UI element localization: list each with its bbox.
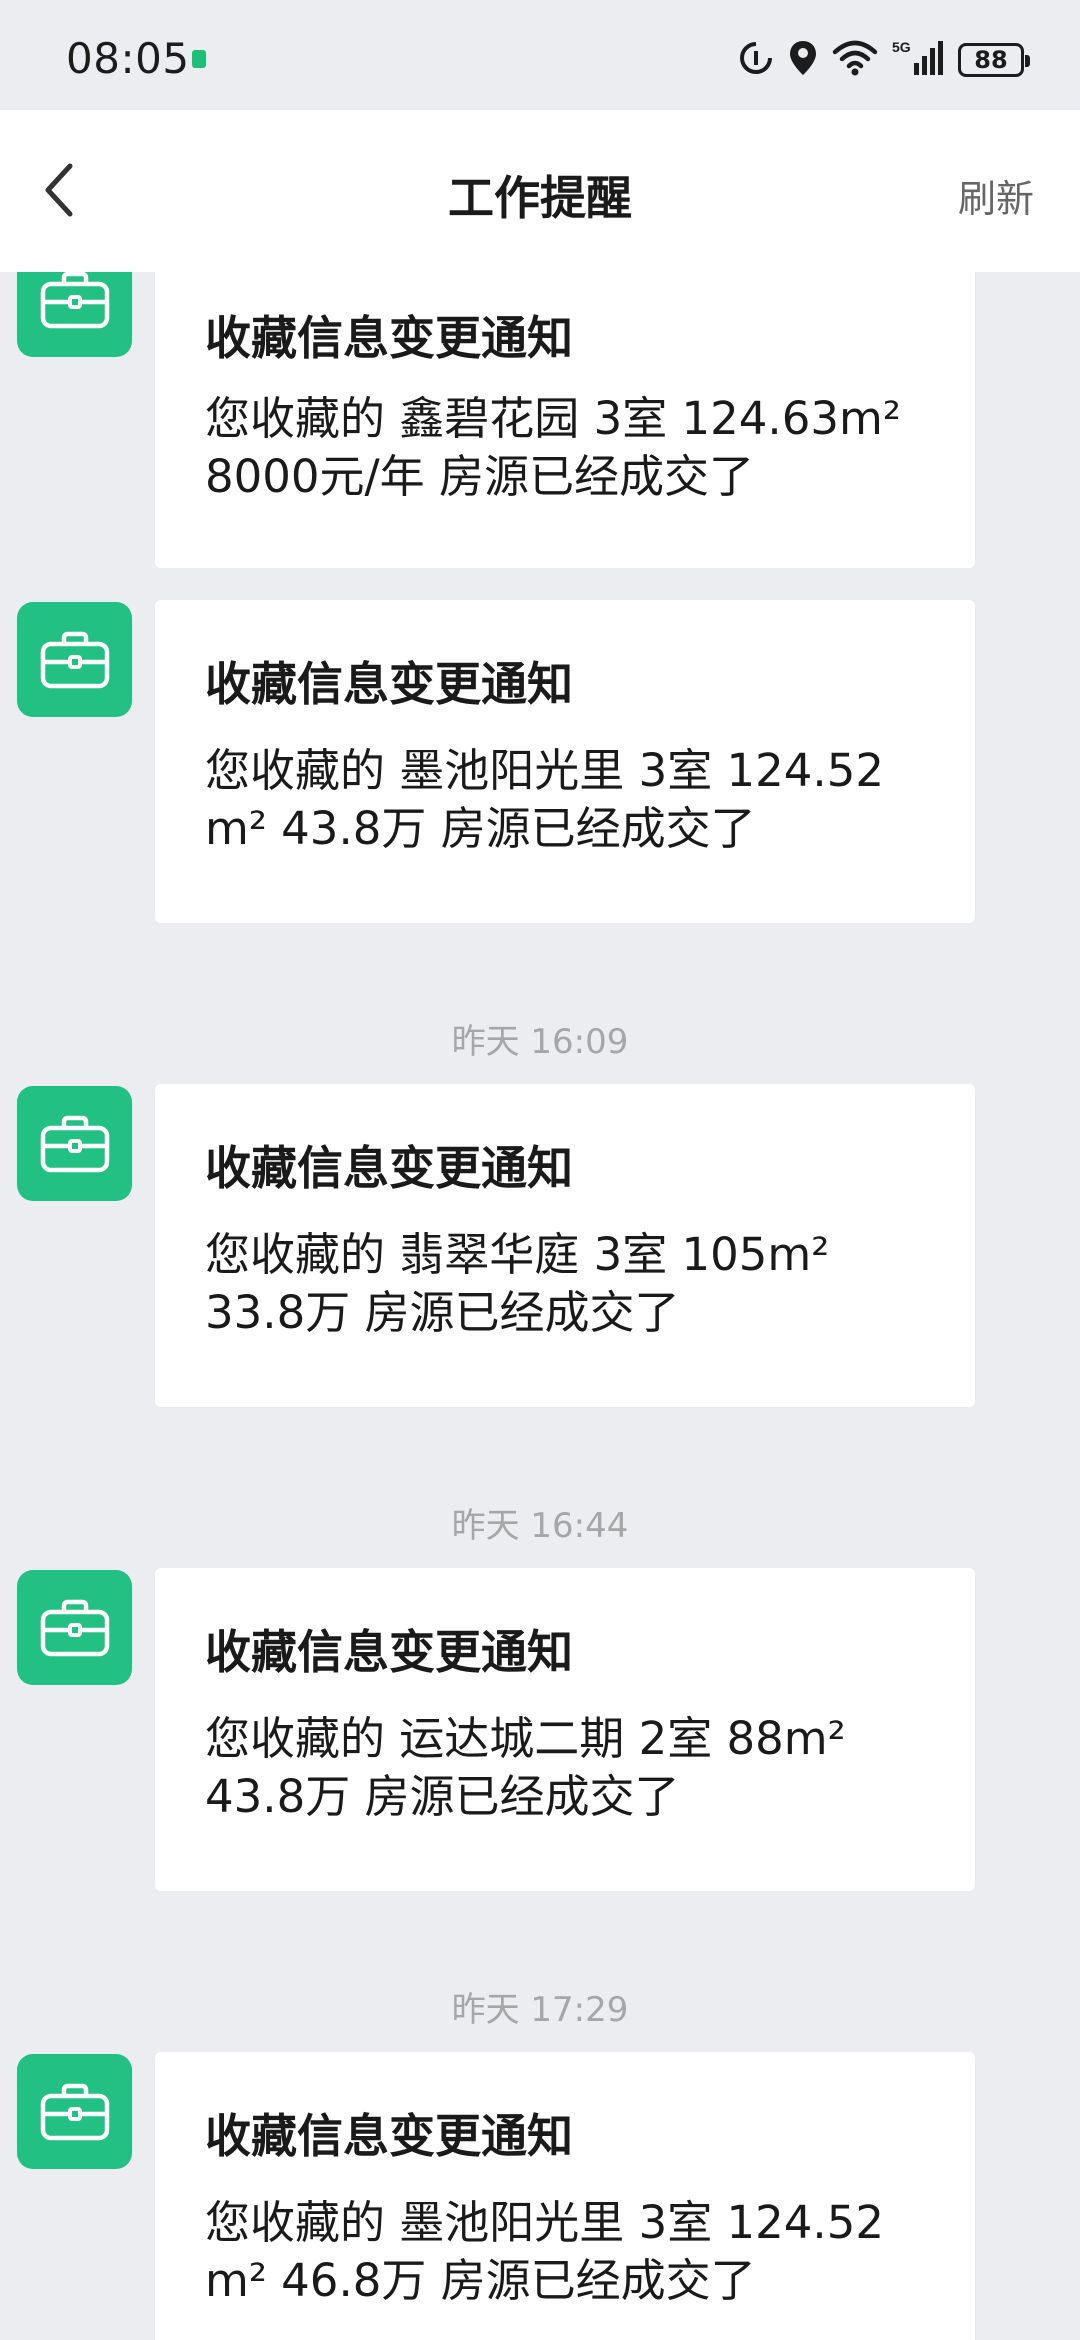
message-body: 您收藏的 翡翠华庭 3室 105m² 33.8万 房源已经成交了 [205,1226,925,1342]
notification-icon [192,50,206,68]
battery-icon: 88 [958,43,1030,77]
message-body-line: 您收藏的 墨池阳光里 3室 124.52 [205,2196,884,2249]
message-timestamp: 昨天 17:29 [451,1990,629,2030]
app-header: 工作提醒 刷新 [0,110,1080,272]
message-body-line: 您收藏的 墨池阳光里 3室 124.52 [205,744,884,797]
message-title: 收藏信息变更通知 [205,657,573,711]
message-avatar [17,602,132,717]
message-body: 您收藏的 墨池阳光里 3室 124.52 m² 43.8万 房源已经成交了 [205,742,925,858]
refresh-button[interactable]: 刷新 [958,168,1034,223]
message-avatar [17,272,132,357]
message-title: 收藏信息变更通知 [205,1625,573,1679]
cellular-signal-icon: 5G [892,39,944,81]
message-body: 您收藏的 运达城二期 2室 88m² 43.8万 房源已经成交了 [205,1710,925,1826]
network-type-label: 5G [892,39,911,55]
message-body-line: 您收藏的 翡翠华庭 3室 105m² [205,1228,830,1281]
message-body-line: m² 46.8万 房源已经成交了 [205,2254,756,2307]
message-card[interactable]: 收藏信息变更通知 您收藏的 鑫碧花园 3室 124.63m² 8000元/年 房… [155,272,975,568]
message-body: 您收藏的 墨池阳光里 3室 124.52 m² 46.8万 房源已经成交了 [205,2194,925,2310]
status-icons: 5G 88 [738,39,1030,81]
message-timestamp: 昨天 16:44 [451,1506,629,1546]
message-title: 收藏信息变更通知 [205,1141,573,1195]
message-avatar [17,1086,132,1201]
message-avatar [17,1570,132,1685]
message-feed[interactable]: 收藏信息变更通知 您收藏的 鑫碧花园 3室 124.63m² 8000元/年 房… [0,272,1080,2340]
message-title: 收藏信息变更通知 [205,2109,573,2163]
message-title: 收藏信息变更通知 [205,311,573,365]
battery-level: 88 [974,46,1008,74]
message-body: 您收藏的 鑫碧花园 3室 124.63m² 8000元/年 房源已经成交了 [205,390,925,506]
status-bar: 08:05 5G 88 [0,0,1080,110]
location-icon [788,39,818,81]
message-body-line: 您收藏的 鑫碧花园 3室 124.63m² [205,392,901,445]
status-time: 08:05 [66,34,190,83]
briefcase-icon [40,2083,109,2140]
wifi-icon [832,40,878,80]
message-card[interactable]: 收藏信息变更通知 您收藏的 翡翠华庭 3室 105m² 33.8万 房源已经成交… [155,1084,975,1407]
message-timestamp: 昨天 16:09 [451,1022,629,1062]
message-body-line: 33.8万 房源已经成交了 [205,1286,680,1339]
message-body-line: m² 43.8万 房源已经成交了 [205,802,756,855]
briefcase-icon [40,1115,109,1172]
message-card[interactable]: 收藏信息变更通知 您收藏的 运达城二期 2室 88m² 43.8万 房源已经成交… [155,1568,975,1891]
data-saver-icon [738,40,774,80]
message-card[interactable]: 收藏信息变更通知 您收藏的 墨池阳光里 3室 124.52 m² 43.8万 房… [155,600,975,923]
message-card[interactable]: 收藏信息变更通知 您收藏的 墨池阳光里 3室 124.52 m² 46.8万 房… [155,2052,975,2340]
message-body-line: 43.8万 房源已经成交了 [205,1770,680,1823]
briefcase-icon [40,272,109,328]
message-body-line: 您收藏的 运达城二期 2室 88m² [205,1712,846,1765]
briefcase-icon [40,1599,109,1656]
briefcase-icon [40,631,109,688]
message-avatar [17,2054,132,2169]
page-title: 工作提醒 [448,171,632,225]
message-body-line: 8000元/年 房源已经成交了 [205,450,754,503]
